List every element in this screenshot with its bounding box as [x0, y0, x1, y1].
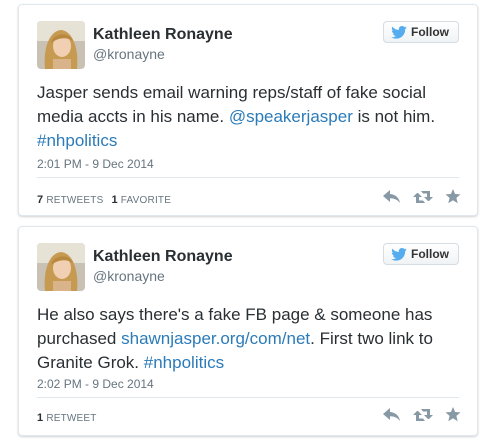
tweet-actions — [383, 407, 461, 422]
retweet-icon[interactable] — [413, 408, 433, 422]
favorites-label: FAVORITE — [120, 195, 172, 206]
twitter-bird-icon — [391, 25, 407, 39]
tweet-stats: 7 RETWEETS 1 FAVORITE — [37, 194, 171, 206]
tweet-card: Kathleen Ronayne @kronayne Follow Jasper… — [18, 4, 478, 216]
hashtag-link[interactable]: #nhpolitics — [144, 353, 224, 372]
timestamp-link[interactable]: 2:02 PM - 9 Dec 2014 — [37, 377, 154, 391]
retweets-stat[interactable]: 1 RETWEET — [37, 412, 97, 424]
retweets-label: RETWEETS — [46, 195, 104, 206]
url-link[interactable]: shawnjasper.org/com/net — [121, 329, 310, 348]
reply-icon[interactable] — [383, 189, 401, 204]
favorites-count: 1 — [111, 194, 118, 206]
avatar[interactable] — [37, 21, 85, 69]
author-handle[interactable]: @kronayne — [93, 46, 165, 62]
divider — [37, 177, 459, 178]
tweet-card: Kathleen Ronayne @kronayne Follow He als… — [18, 226, 478, 436]
tweet-text-part: is not him. — [352, 107, 436, 126]
favorites-stat[interactable]: 1 FAVORITE — [111, 194, 172, 206]
tweet-text: Jasper sends email warning reps/staff of… — [37, 81, 467, 153]
retweets-count: 1 — [37, 412, 44, 424]
author-name[interactable]: Kathleen Ronayne — [93, 248, 233, 266]
retweet-icon[interactable] — [413, 190, 433, 204]
star-icon[interactable] — [445, 407, 461, 422]
retweets-stat[interactable]: 7 RETWEETS — [37, 194, 104, 206]
tweet-text: He also says there's a fake FB page & so… — [37, 303, 467, 375]
follow-button[interactable]: Follow — [383, 243, 459, 265]
avatar[interactable] — [37, 243, 85, 291]
mention-link[interactable]: @speakerjasper — [229, 107, 353, 126]
follow-label: Follow — [411, 25, 449, 39]
timestamp-link[interactable]: 2:01 PM - 9 Dec 2014 — [37, 157, 154, 171]
twitter-bird-icon — [391, 247, 407, 261]
author-handle[interactable]: @kronayne — [93, 268, 165, 284]
star-icon[interactable] — [445, 189, 461, 204]
divider — [37, 397, 459, 398]
tweet-actions — [383, 189, 461, 204]
hashtag-link[interactable]: #nhpolitics — [37, 131, 117, 150]
reply-icon[interactable] — [383, 407, 401, 422]
follow-button[interactable]: Follow — [383, 21, 459, 43]
follow-label: Follow — [411, 247, 449, 261]
author-name[interactable]: Kathleen Ronayne — [93, 26, 233, 44]
retweets-label: RETWEET — [46, 413, 97, 424]
retweets-count: 7 — [37, 194, 44, 206]
tweet-stats: 1 RETWEET — [37, 412, 97, 424]
